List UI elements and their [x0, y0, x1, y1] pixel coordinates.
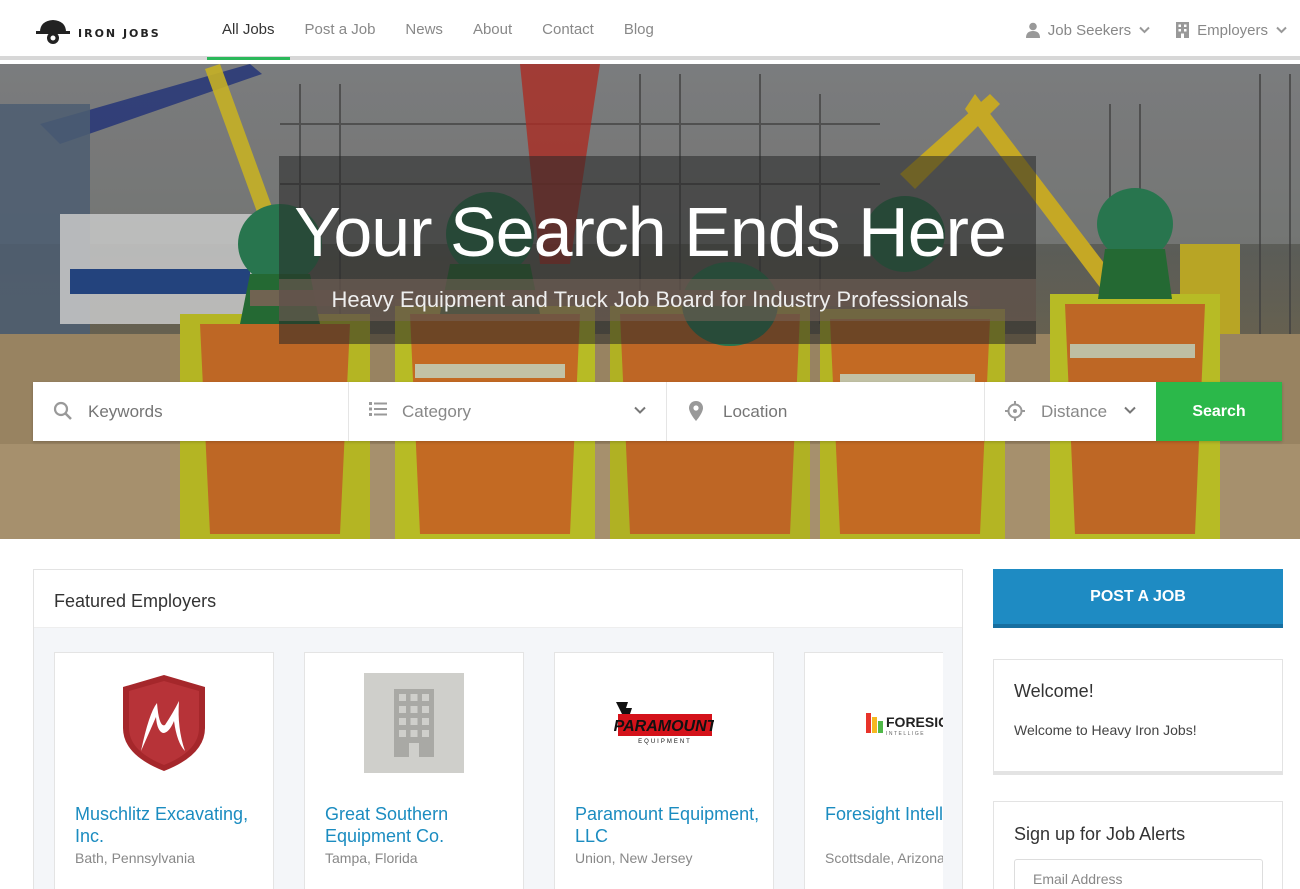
nav-post-a-job[interactable]: Post a Job: [290, 0, 391, 60]
location-input[interactable]: [723, 401, 963, 422]
location-field: [667, 382, 985, 441]
employer-name[interactable]: Paramount Equipment, LLC: [575, 803, 765, 847]
employer-card[interactable]: PARAMOUNT EQUIPMENT Paramount Equipment,…: [554, 652, 774, 889]
featured-employers-heading: Featured Employers: [34, 570, 962, 628]
employer-location: Tampa, Florida: [325, 850, 418, 866]
hero-banner: Your Search Ends Here Heavy Equipment an…: [0, 64, 1300, 539]
employers-dropdown[interactable]: Employers: [1163, 0, 1300, 60]
building-placeholder-icon: [394, 689, 434, 757]
employer-name[interactable]: Muschlitz Excavating, Inc.: [75, 803, 265, 847]
job-seekers-label: Job Seekers: [1047, 21, 1132, 39]
site-header: IRON JOBS All Jobs Post a Job News About…: [0, 0, 1300, 60]
nav-contact[interactable]: Contact: [527, 0, 609, 60]
employer-card[interactable]: FORESIG INTELLIGE Foresight Intelligence…: [804, 652, 943, 889]
site-logo[interactable]: IRON JOBS: [34, 15, 161, 45]
hero-subtitle: Heavy Equipment and Truck Job Board for …: [331, 287, 969, 312]
category-value: Category: [402, 401, 471, 421]
employer-logo[interactable]: FORESIG INTELLIGE: [864, 673, 943, 773]
building-icon: [1176, 22, 1190, 38]
employer-location: Scottsdale, Arizona: [825, 850, 943, 866]
search-icon: [53, 401, 72, 420]
keywords-field: [33, 382, 349, 441]
welcome-title: Welcome!: [1014, 681, 1094, 701]
chevron-down-icon: [1276, 26, 1287, 34]
employer-carousel: Muschlitz Excavating, Inc. Bath, Pennsyl…: [54, 652, 943, 889]
chevron-down-icon: [1124, 406, 1136, 414]
employer-card[interactable]: Muschlitz Excavating, Inc. Bath, Pennsyl…: [54, 652, 274, 889]
job-search-bar: Category Distance: [33, 382, 1282, 441]
job-alerts-widget: Sign up for Job Alerts: [993, 801, 1283, 889]
paramount-logo: PARAMOUNT EQUIPMENT: [614, 702, 714, 745]
email-field[interactable]: [1014, 859, 1263, 889]
employer-location: Union, New Jersey: [575, 850, 693, 866]
employer-logo[interactable]: [114, 673, 214, 773]
welcome-widget: Welcome! Welcome to Heavy Iron Jobs!: [993, 659, 1283, 775]
job-seekers-dropdown[interactable]: Job Seekers: [1013, 0, 1163, 60]
shield-m-logo: [123, 675, 205, 771]
foresight-logo: FORESIG INTELLIGE: [866, 713, 943, 737]
hardhat-gear-logo-icon: [36, 20, 70, 44]
user-icon: [1025, 22, 1040, 38]
crosshair-icon: [1005, 401, 1025, 421]
logo-text: IRON JOBS: [78, 26, 161, 40]
svg-text:INTELLIGE: INTELLIGE: [886, 731, 925, 737]
chevron-down-icon: [634, 406, 646, 414]
map-pin-icon: [689, 401, 703, 421]
distance-select[interactable]: Distance: [985, 382, 1156, 441]
distance-value: Distance: [1041, 401, 1108, 421]
nav-blog[interactable]: Blog: [609, 0, 669, 60]
svg-text:FORESIG: FORESIG: [886, 714, 943, 730]
post-a-job-button[interactable]: POST A JOB: [993, 569, 1283, 628]
hero-title: Your Search Ends Here: [294, 193, 1007, 271]
employer-location: Bath, Pennsylvania: [75, 850, 195, 866]
job-alerts-title: Sign up for Job Alerts: [1014, 824, 1186, 844]
svg-text:EQUIPMENT: EQUIPMENT: [638, 739, 692, 745]
employer-name[interactable]: Foresight Intelligence®: [825, 803, 943, 825]
list-icon: [369, 402, 387, 416]
employer-name[interactable]: Great Southern Equipment Co.: [325, 803, 515, 847]
nav-news[interactable]: News: [390, 0, 458, 60]
employer-logo[interactable]: PARAMOUNT EQUIPMENT: [614, 673, 714, 773]
chevron-down-icon: [1139, 26, 1150, 34]
search-button[interactable]: Search: [1156, 382, 1282, 441]
nav-all-jobs[interactable]: All Jobs: [207, 0, 290, 60]
welcome-text: Welcome to Heavy Iron Jobs!: [1014, 722, 1197, 738]
svg-text:PARAMOUNT: PARAMOUNT: [614, 718, 714, 735]
nav-about[interactable]: About: [458, 0, 527, 60]
employer-logo[interactable]: [364, 673, 464, 773]
employer-card[interactable]: Great Southern Equipment Co. Tampa, Flor…: [304, 652, 524, 889]
featured-employers-panel: Featured Employers Muschlitz Excavating,…: [33, 569, 963, 889]
account-nav: Job Seekers Employers: [1013, 0, 1300, 60]
keywords-input[interactable]: [88, 401, 328, 422]
category-select[interactable]: Category: [349, 382, 667, 441]
employers-label: Employers: [1197, 21, 1268, 39]
main-nav: All Jobs Post a Job News About Contact B…: [207, 0, 669, 60]
